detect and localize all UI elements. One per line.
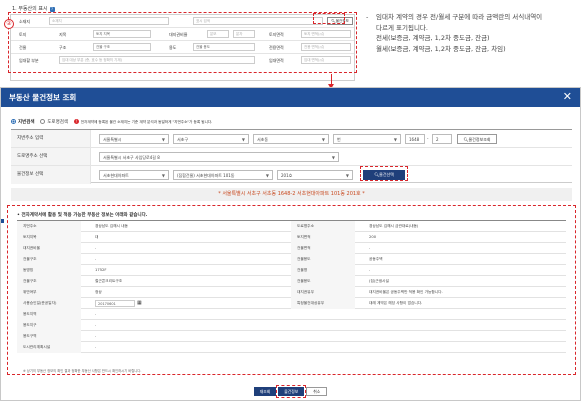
dong-select[interactable]: 서초동 ▼ — [253, 134, 329, 144]
side-marker — [1, 219, 4, 223]
gu-select[interactable]: 서초구 ▼ — [173, 134, 249, 144]
bunji-separator: - — [427, 136, 429, 141]
complex-value: 서초현대아파트 — [103, 173, 129, 178]
row-road-address: 도로명주소 선택 서울특별시 서초구 사임당로4길 8 ▼ — [11, 148, 572, 166]
sido-value: 서울특별시 — [103, 137, 122, 142]
radio-road-label: 도로명검색 — [47, 120, 68, 125]
lookup-property-label: 물건정보조회 — [468, 137, 491, 142]
radio-lot-search[interactable] — [11, 119, 16, 124]
selected-address-bar: * 서울특별시 서초구 서초동 1648-2 서초현대아파트 101동 201호… — [11, 188, 572, 201]
chevron-down-icon: ▼ — [161, 173, 165, 178]
bunji-sub-input[interactable]: 2 — [432, 134, 452, 144]
road-address-select[interactable]: 서울특별시 서초구 사임당로4길 8 ▼ — [99, 152, 339, 162]
highlight-form — [8, 12, 357, 73]
gu-value: 서초구 — [177, 137, 189, 142]
radio-road-search[interactable] — [40, 119, 46, 124]
recheck-button[interactable]: 재조회 — [253, 387, 277, 396]
lot-type-value: 번 — [337, 137, 341, 142]
label-item-select: 물건정보 선택 — [11, 166, 91, 184]
notes: - 임대차 계약의 경우 전/월세 구분에 따라 금액란의 서식내역이 다르게 표… — [366, 12, 578, 54]
chevron-down-icon: ▼ — [393, 137, 397, 142]
search-form: 지번주소 입력 서울특별시 ▼ 서초구 ▼ 서초동 ▼ 번 ▼ 1648 - 2 🔍︎물… — [11, 129, 572, 184]
note-line-1: 임대차 계약의 경우 전/월세 구분에 따라 금액란의 서식내역이 — [376, 13, 543, 21]
road-address-value: 서울특별시 서초구 사임당로4길 8 — [103, 155, 160, 160]
warning-icon: ! — [73, 119, 79, 124]
dialog-title: 부동산 물건정보 조회 — [9, 93, 77, 102]
row-item-select: 물건정보 선택 서초현대아파트 ▼ (집합건물) 서초현대아파트 101동 ▼ 20… — [11, 166, 572, 184]
close-icon[interactable]: ✕ — [563, 90, 572, 104]
step-2-marker: ② — [4, 19, 14, 29]
property-lookup-dialog: 부동산 물건정보 조회 ✕ 지번검색 도로명검색 ! 전자계약에 등록된 물건 소… — [0, 87, 581, 401]
label-road-address: 도로명주소 선택 — [11, 148, 91, 165]
radio-lot-label: 지번검색 — [18, 120, 35, 125]
chevron-down-icon: ▼ — [321, 137, 325, 142]
lookup-property-button[interactable]: 🔍︎물건정보조회 — [457, 134, 497, 144]
highlight-select-button — [360, 166, 408, 181]
building-value: (집합건물) 서초현대아파트 101동 — [177, 173, 235, 178]
chevron-down-icon: ▼ — [345, 173, 349, 178]
complex-select[interactable]: 서초현대아파트 ▼ — [99, 170, 169, 180]
unit-select[interactable]: 201호 ▼ — [277, 170, 353, 180]
chevron-down-icon: ▼ — [161, 137, 165, 142]
dialog-header: 부동산 물건정보 조회 ✕ — [1, 88, 580, 107]
note-dash: - — [366, 13, 369, 21]
cancel-button[interactable]: 취소 — [306, 387, 328, 396]
highlight-info-box — [7, 205, 576, 375]
note-line-2: 다르게 표기됩니다. — [376, 23, 428, 32]
note-line-4: 월세(보증금, 계약금, 1,2차 중도금, 잔금, 차임) — [376, 44, 506, 53]
search-type-radios: 지번검색 도로명검색 ! 전자계약에 등록된 물건 소재지는 기준 계약 분석과 … — [11, 119, 212, 125]
bunji-main-input[interactable]: 1648 — [405, 134, 425, 144]
building-select[interactable]: (집합건물) 서초현대아파트 101동 ▼ — [173, 170, 273, 180]
unit-value: 201호 — [281, 173, 293, 178]
confirm-property-button[interactable]: 물건정보 — [276, 385, 307, 398]
sido-select[interactable]: 서울특별시 ▼ — [99, 134, 169, 144]
note-line-3: 전세(보증금, 계약금, 1,2차 중도금, 잔금) — [376, 34, 490, 42]
warning-text: 전자계약에 등록된 물건 소재지는 기준 계약 분석과 동일하게 "지번주소"가… — [80, 120, 213, 124]
dialog-buttons: 재조회 물건정보 취소 — [1, 385, 580, 398]
highlight-property-button — [313, 13, 345, 24]
section-title: 1. 부동산의 표시? — [12, 5, 55, 12]
row-lot-address: 지번주소 입력 서울특별시 ▼ 서초구 ▼ 서초동 ▼ 번 ▼ 1648 - 2 🔍︎물… — [11, 130, 572, 148]
label-lot-address: 지번주소 입력 — [11, 130, 91, 147]
dong-value: 서초동 — [257, 137, 269, 142]
chevron-down-icon: ▼ — [241, 137, 245, 142]
chevron-down-icon: ▼ — [331, 155, 335, 160]
chevron-down-icon: ▼ — [265, 173, 269, 178]
lot-type-select[interactable]: 번 ▼ — [333, 134, 401, 144]
